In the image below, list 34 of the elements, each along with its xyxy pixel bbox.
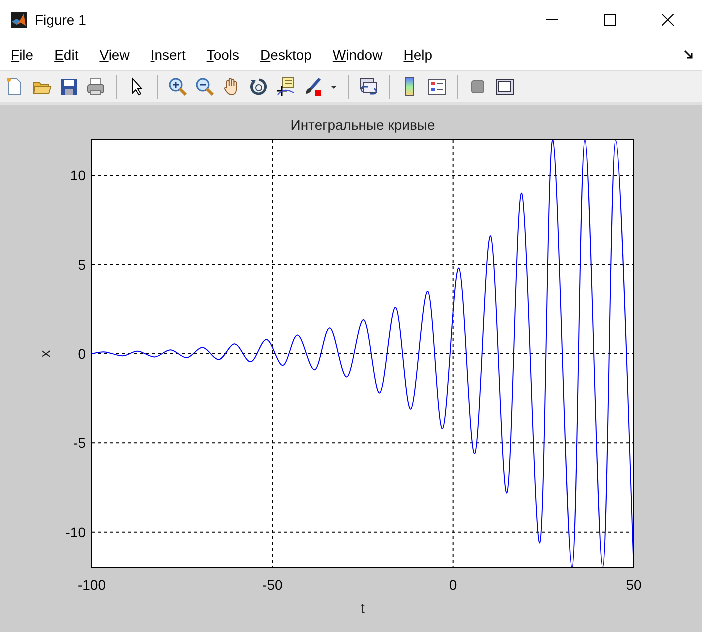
- zoom-in-icon[interactable]: [168, 76, 188, 96]
- rotate-icon[interactable]: [249, 76, 269, 96]
- zoom-out-icon[interactable]: [195, 76, 215, 96]
- x-axis-label: t: [361, 600, 365, 616]
- y-tick-label: 5: [78, 256, 86, 273]
- y-axis-label: x: [37, 350, 53, 358]
- menu-item[interactable]: Window: [332, 47, 383, 63]
- maximize-icon[interactable]: [604, 14, 616, 26]
- x-tick-label: -100: [78, 577, 106, 593]
- menu-item[interactable]: Tools: [206, 47, 240, 63]
- y-tick-label: 10: [70, 168, 86, 184]
- close-icon[interactable]: [662, 14, 674, 26]
- note-cursor-icon[interactable]: [276, 76, 296, 96]
- menu-item[interactable]: Desktop: [260, 47, 312, 63]
- y-tick-label: -10: [66, 524, 86, 540]
- menu-item[interactable]: Insert: [150, 47, 186, 63]
- x-tick-label: -50: [262, 577, 283, 593]
- menu-item[interactable]: File: [11, 47, 34, 63]
- menu-item[interactable]: Edit: [54, 47, 79, 63]
- menu-item[interactable]: Help: [404, 47, 433, 63]
- legend-icon[interactable]: [427, 76, 447, 96]
- printer-icon[interactable]: [86, 76, 106, 96]
- x-tick-label: 0: [449, 577, 458, 593]
- menu-item[interactable]: View: [100, 47, 130, 63]
- app-logo-icon: [11, 12, 27, 28]
- x-tick-label: 50: [626, 577, 642, 593]
- chart-title: Интегральные кривые: [290, 117, 436, 133]
- linked-windows-icon[interactable]: [359, 76, 379, 96]
- window-title: Figure 1: [35, 12, 86, 28]
- brush-icon[interactable]: [303, 76, 323, 96]
- window-icon[interactable]: [495, 76, 515, 96]
- y-tick-label: 0: [78, 346, 86, 362]
- dock-arrow-icon[interactable]: [684, 50, 694, 60]
- y-tick-label: -5: [74, 435, 86, 452]
